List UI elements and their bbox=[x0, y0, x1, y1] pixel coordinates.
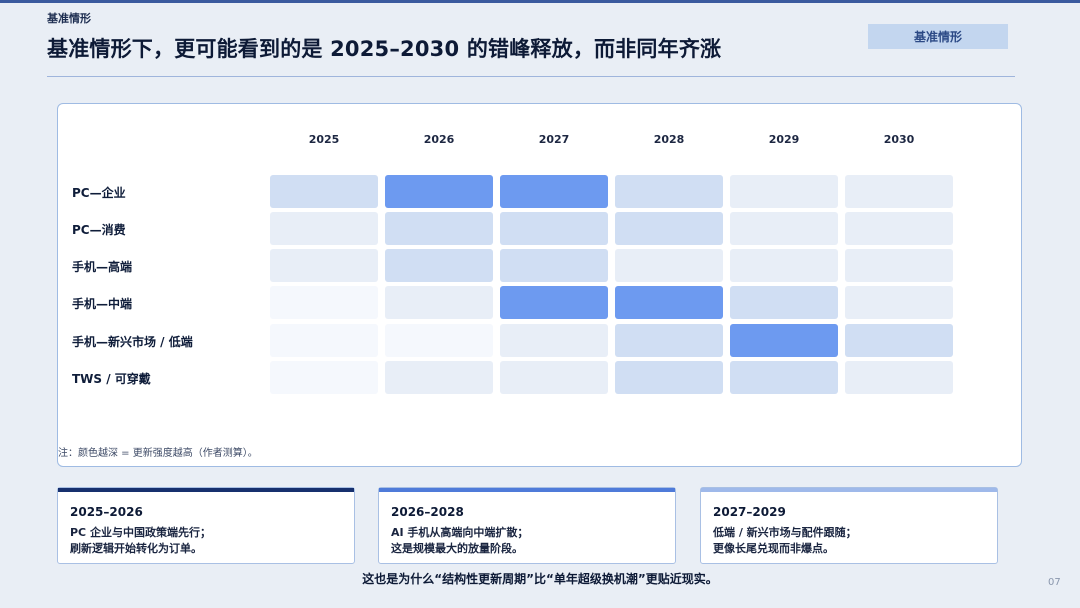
heatmap-note: 注：颜色越深 = 更新强度越高（作者测算）。 bbox=[58, 448, 258, 459]
heatmap-panel: 2025 2026 2027 2028 2029 2030 PC—企业 PC—消费手机—高端手… bbox=[57, 103, 1022, 467]
heatmap-cell bbox=[385, 286, 493, 319]
heatmap-cell bbox=[270, 324, 378, 357]
heatmap-cell bbox=[500, 249, 608, 282]
year-header: 2029 bbox=[768, 133, 800, 146]
phase-card-title: 2027–2029 bbox=[713, 505, 786, 519]
heatmap-cell bbox=[270, 286, 378, 319]
phase-card-line: 刷新逻辑开始转化为订单。 bbox=[70, 542, 202, 555]
heatmap-cell bbox=[615, 175, 723, 208]
heatmap-cell bbox=[730, 286, 838, 319]
heatmap-row-label: 手机—新兴市场 / 低端 bbox=[72, 335, 193, 349]
heatmap-cell bbox=[615, 212, 723, 245]
phase-card-line: PC 企业与中国政策端先行； bbox=[70, 526, 211, 539]
year-header: 2027 bbox=[538, 133, 570, 146]
heatmap-cell bbox=[270, 212, 378, 245]
heatmap-cell bbox=[385, 249, 493, 282]
year-header: 2028 bbox=[653, 133, 685, 146]
heatmap-cell bbox=[730, 212, 838, 245]
heatmap-cell bbox=[845, 212, 953, 245]
title-divider bbox=[47, 76, 1015, 77]
page-title: 基准情形下，更可能看到的是 2025–2030 的错峰释放，而非同年齐涨 bbox=[47, 37, 722, 61]
heatmap-cell bbox=[500, 212, 608, 245]
phase-card-accent bbox=[58, 488, 354, 492]
heatmap-cell bbox=[385, 361, 493, 394]
heatmap-cell bbox=[615, 249, 723, 282]
heatmap-cell bbox=[845, 324, 953, 357]
heatmap-cell bbox=[730, 175, 838, 208]
year-header: 2026 bbox=[423, 133, 455, 146]
heatmap-cell bbox=[270, 361, 378, 394]
heatmap-cell bbox=[730, 249, 838, 282]
page-number: 07 bbox=[1048, 577, 1061, 588]
phase-card-line: 低端 / 新兴市场与配件跟随； bbox=[713, 526, 857, 539]
phase-card-2: 2026–2028 AI 手机从高端向中端扩散； 这是规模最大的放量阶段。 bbox=[378, 487, 676, 564]
heatmap-cell bbox=[730, 324, 838, 357]
heatmap-row-label: PC—消费 bbox=[72, 223, 126, 237]
heatmap-cell bbox=[385, 175, 493, 208]
heatmap-cell bbox=[500, 361, 608, 394]
phase-card-title: 2026–2028 bbox=[391, 505, 464, 519]
section-kicker: 基准情形 bbox=[47, 12, 91, 25]
phase-card-accent bbox=[379, 488, 675, 492]
heatmap-cell bbox=[500, 175, 608, 208]
phase-card-accent bbox=[701, 488, 997, 492]
heatmap-cell bbox=[500, 286, 608, 319]
scenario-tag: 基准情形 bbox=[868, 24, 1008, 49]
heatmap-row-label: PC—企业 bbox=[72, 186, 126, 200]
heatmap-cell bbox=[385, 324, 493, 357]
heatmap-cell bbox=[845, 286, 953, 319]
phase-card-title: 2025–2026 bbox=[70, 505, 143, 519]
phase-card-line: AI 手机从高端向中端扩散； bbox=[391, 526, 529, 539]
heatmap-row-label: 手机—高端 bbox=[72, 260, 133, 274]
heatmap-cell bbox=[500, 324, 608, 357]
heatmap-row-label: 手机—中端 bbox=[72, 297, 133, 311]
heatmap-cell bbox=[615, 286, 723, 319]
heatmap-cell bbox=[845, 175, 953, 208]
heatmap-cell bbox=[730, 361, 838, 394]
heatmap-cell bbox=[615, 361, 723, 394]
phase-card-line: 这是规模最大的放量阶段。 bbox=[391, 542, 523, 555]
phase-card-line: 更像长尾兑现而非爆点。 bbox=[713, 542, 834, 555]
heatmap-cell bbox=[270, 249, 378, 282]
heatmap-cell bbox=[385, 212, 493, 245]
heatmap-cell bbox=[270, 175, 378, 208]
year-header: 2025 bbox=[308, 133, 340, 146]
top-accent-rule bbox=[0, 0, 1080, 3]
phase-card-3: 2027–2029 低端 / 新兴市场与配件跟随； 更像长尾兑现而非爆点。 bbox=[700, 487, 998, 564]
footer-conclusion: 这也是为什么“结构性更新周期”比“单年超级换机潮”更贴近现实。 bbox=[362, 572, 718, 586]
heatmap-cell bbox=[615, 324, 723, 357]
year-header: 2030 bbox=[883, 133, 915, 146]
heatmap-row-label: TWS / 可穿戴 bbox=[72, 372, 151, 386]
heatmap-cell bbox=[845, 249, 953, 282]
heatmap-cell bbox=[845, 361, 953, 394]
phase-card-1: 2025–2026 PC 企业与中国政策端先行； 刷新逻辑开始转化为订单。 bbox=[57, 487, 355, 564]
